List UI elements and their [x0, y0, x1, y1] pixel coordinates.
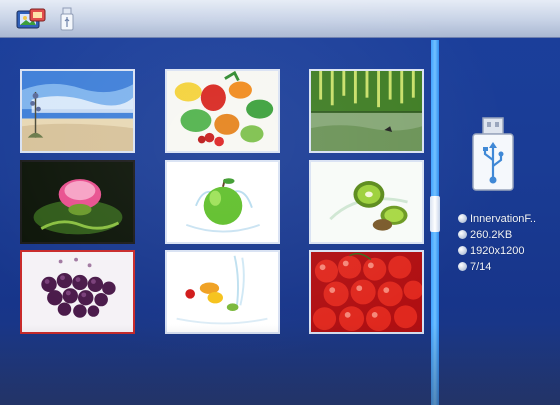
thumb-beach-plant[interactable]	[20, 69, 135, 153]
scrollbar-thumb[interactable]	[430, 196, 440, 232]
info-filesize-row: 260.2KB	[458, 227, 558, 242]
thumb-kiwi[interactable]	[309, 160, 424, 244]
thumbnail-grid	[20, 69, 426, 335]
info-resolution: 1920x1200	[470, 244, 525, 257]
photo-frame-screen: InnervationF.. 260.2KB 1920x1200 7/14	[0, 0, 560, 405]
top-bar	[0, 0, 560, 38]
info-filename-row: InnervationF..	[458, 211, 558, 226]
thumb-fruit-splash[interactable]	[165, 250, 280, 334]
bullet-icon	[458, 262, 467, 271]
info-position-row: 7/14	[458, 259, 558, 274]
info-resolution-row: 1920x1200	[458, 243, 558, 258]
info-filesize: 260.2KB	[470, 228, 513, 241]
bullet-icon	[458, 230, 467, 239]
thumb-cherries[interactable]	[309, 250, 424, 334]
thumb-thistle-flower[interactable]	[20, 160, 135, 244]
bullet-icon	[458, 214, 467, 223]
thumb-hanging-vines[interactable]	[309, 69, 424, 153]
thumb-grapes[interactable]	[20, 250, 135, 334]
info-position: 7/14	[470, 260, 492, 273]
usb-source-icon[interactable]	[60, 7, 74, 31]
bullet-icon	[458, 246, 467, 255]
usb-drive-icon	[472, 117, 514, 191]
photo-mode-icon[interactable]	[16, 8, 46, 30]
thumb-green-apple[interactable]	[165, 160, 280, 244]
info-filename: InnervationF..	[470, 212, 537, 225]
file-info-panel: InnervationF.. 260.2KB 1920x1200 7/14	[458, 211, 558, 275]
thumb-vegetables[interactable]	[165, 69, 280, 153]
